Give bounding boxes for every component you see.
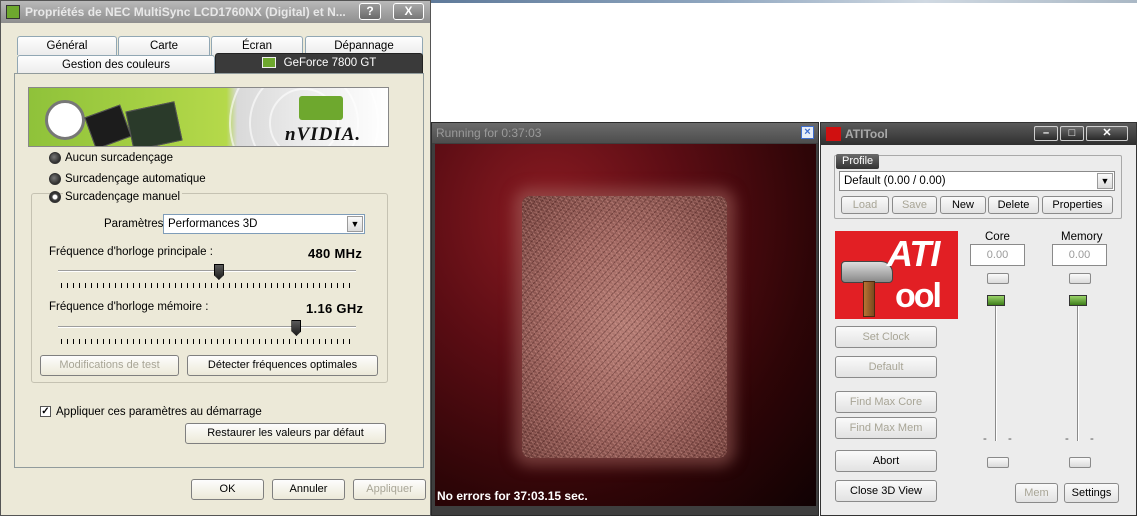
close-button[interactable]: X: [393, 3, 424, 20]
cancel-button[interactable]: Annuler: [272, 479, 345, 500]
tab-carte[interactable]: Carte: [118, 36, 210, 55]
profile-select-value: Default (0.00 / 0.00): [844, 175, 946, 187]
abort-button[interactable]: Abort: [835, 450, 937, 472]
window-title: Propriétés de NEC MultiSync LCD1760NX (D…: [25, 5, 346, 19]
memory-label: Memory: [1061, 231, 1103, 243]
radio-manual-overclock-label: Surcadençage manuel: [63, 191, 183, 203]
render-title-bar[interactable]: Running for 0:37:03 ×: [432, 123, 818, 143]
profile-label: Profile: [836, 154, 880, 169]
tab-geforce-label: GeForce 7800 GT: [283, 57, 377, 69]
close-icon[interactable]: ✕: [1086, 126, 1128, 141]
core-vertical-slider[interactable]: [987, 295, 1005, 306]
memory-down-button[interactable]: [1069, 457, 1091, 468]
render-viewport: [435, 144, 816, 506]
radio-no-overclock-label: Aucun surcadençage: [65, 152, 174, 164]
chevron-down-icon[interactable]: ▼: [1097, 173, 1113, 189]
memory-clock-value: 1.16 GHz: [306, 301, 364, 316]
mem-button[interactable]: Mem: [1015, 483, 1058, 503]
memory-clock-track: [58, 326, 356, 328]
atitool-window: ATITool – □ ✕ Profile Default (0.00 / 0.…: [820, 122, 1137, 516]
background-strip: [431, 0, 1137, 3]
core-clock-track: [58, 270, 356, 272]
set-clock-button[interactable]: Set Clock: [835, 326, 937, 348]
radio-auto-overclock-label: Surcadençage automatique: [65, 173, 206, 185]
apply-button[interactable]: Appliquer: [353, 479, 426, 500]
core-clock-ticks: [61, 283, 355, 288]
render-3d-window: Running for 0:37:03 × No errors for 37:0…: [431, 122, 819, 516]
detect-optimal-button[interactable]: Détecter fréquences optimales: [187, 355, 378, 376]
default-button[interactable]: Default: [835, 356, 937, 378]
close-3d-view-button[interactable]: Close 3D View: [835, 480, 937, 502]
restore-defaults-button[interactable]: Restaurer les valeurs par défaut: [185, 423, 386, 444]
nvidia-app-icon: [6, 5, 20, 19]
profile-save-button[interactable]: Save: [892, 196, 937, 214]
gpu-board-image: [125, 101, 183, 146]
radio-manual-overclock[interactable]: [49, 191, 61, 203]
tab-geforce[interactable]: GeForce 7800 GT: [215, 53, 423, 74]
nvidia-eye-logo: [299, 96, 343, 120]
stopwatch-icon: [45, 100, 85, 140]
find-max-core-button[interactable]: Find Max Core: [835, 391, 937, 413]
radio-auto-overclock[interactable]: [49, 173, 61, 185]
radio-no-overclock[interactable]: [49, 152, 61, 164]
ok-button[interactable]: OK: [191, 479, 264, 500]
nvidia-logo-text: nVIDIA.: [285, 124, 362, 145]
params-select[interactable]: Performances 3D ▼: [163, 214, 365, 234]
render-window-title: Running for 0:37:03: [436, 126, 542, 140]
memory-clock-label: Fréquence d'horloge mémoire :: [49, 301, 209, 313]
core-label: Core: [985, 231, 1010, 243]
profile-new-button[interactable]: New: [940, 196, 986, 214]
memory-vertical-slider[interactable]: [1069, 295, 1087, 306]
minimize-icon[interactable]: –: [1034, 126, 1058, 141]
params-select-value: Performances 3D: [168, 218, 258, 230]
atitool-logo: ATI ool: [835, 231, 958, 319]
profile-select[interactable]: Default (0.00 / 0.00) ▼: [839, 171, 1115, 191]
params-label: Paramètres: [104, 218, 164, 230]
logo-ati-text: ATI: [887, 233, 940, 274]
ati-app-icon: [826, 127, 841, 141]
apply-startup-checkbox[interactable]: ✓: [40, 406, 51, 417]
settings-button[interactable]: Settings: [1064, 483, 1119, 503]
ati-window-title: ATITool: [845, 127, 888, 141]
memory-vertical-track: [1077, 301, 1079, 441]
title-bar[interactable]: Propriétés de NEC MultiSync LCD1760NX (D…: [1, 1, 430, 23]
profile-properties-button[interactable]: Properties: [1042, 196, 1113, 214]
core-vertical-track: [995, 301, 997, 441]
memory-clock-input[interactable]: 0.00: [1052, 244, 1107, 266]
help-button[interactable]: ?: [359, 3, 381, 20]
fur-cube-render: [522, 196, 727, 458]
tab-general[interactable]: Général: [17, 36, 117, 55]
apply-startup-label: Appliquer ces paramètres au démarrage: [56, 406, 262, 418]
tab-gestion-couleurs[interactable]: Gestion des couleurs: [17, 55, 215, 74]
ati-title-bar[interactable]: ATITool – □ ✕: [821, 123, 1136, 145]
core-clock-value: 480 MHz: [308, 246, 363, 261]
core-clock-label: Fréquence d'horloge principale :: [49, 246, 213, 258]
find-max-mem-button[interactable]: Find Max Mem: [835, 417, 937, 439]
maximize-icon[interactable]: □: [1060, 126, 1084, 141]
memory-clock-ticks: [61, 339, 355, 344]
core-down-button[interactable]: [987, 457, 1009, 468]
hammer-icon: [841, 261, 893, 283]
chevron-down-icon[interactable]: ▼: [347, 216, 363, 232]
core-clock-input[interactable]: 0.00: [970, 244, 1025, 266]
test-changes-button[interactable]: Modifications de test: [40, 355, 179, 376]
core-up-button[interactable]: [987, 273, 1009, 284]
nvidia-icon: [261, 57, 276, 69]
logo-tool-text: ool: [895, 277, 942, 315]
profile-delete-button[interactable]: Delete: [988, 196, 1039, 214]
profile-load-button[interactable]: Load: [841, 196, 889, 214]
nvidia-banner: nVIDIA.: [28, 87, 389, 147]
memory-up-button[interactable]: [1069, 273, 1091, 284]
close-icon[interactable]: ×: [801, 126, 814, 139]
render-status-text: No errors for 37:03.15 sec.: [437, 489, 588, 503]
